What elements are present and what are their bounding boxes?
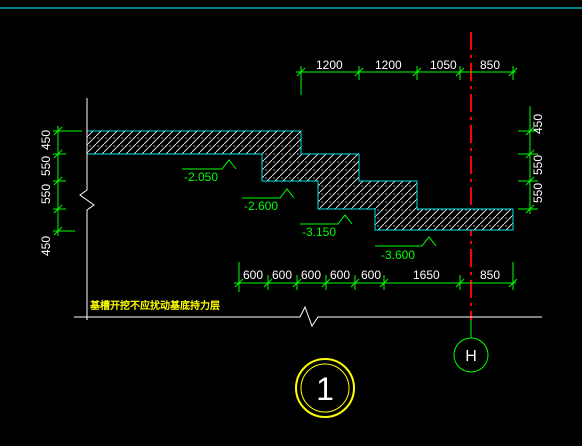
level-text-3: -3.150 (302, 225, 336, 239)
right-dim-3: 550 (531, 183, 545, 203)
stepped-foundation-section[interactable] (86, 130, 514, 231)
level-marker-4 (375, 236, 437, 247)
top-dim-1: 1200 (316, 58, 343, 72)
bottom-dim-7: 850 (480, 268, 500, 282)
cad-drawing-canvas[interactable]: 1200 1200 1050 850 600 600 600 600 600 1… (0, 0, 582, 446)
bottom-dim-5: 600 (361, 268, 381, 282)
top-dim-4: 850 (480, 58, 500, 72)
left-dim-4: 450 (39, 236, 53, 256)
bottom-dim-6: 1650 (413, 268, 440, 282)
left-dim-2: 550 (39, 156, 53, 176)
level-text-1: -2.050 (184, 170, 218, 184)
right-dim-2: 550 (531, 155, 545, 175)
left-dim-1: 450 (39, 130, 53, 150)
detail-number: 1 (316, 371, 334, 407)
left-dimension-chain (53, 126, 82, 236)
bottom-dim-3: 600 (301, 268, 321, 282)
bottom-dim-1: 600 (243, 268, 263, 282)
construction-note: 基槽开挖不应扰动基底持力层 (89, 299, 220, 312)
grid-axis-label: H (465, 348, 477, 365)
left-dim-3: 550 (39, 184, 53, 204)
top-dim-2: 1200 (375, 58, 402, 72)
level-marker-1 (182, 159, 237, 170)
level-marker-3 (300, 214, 353, 225)
bottom-dim-2: 600 (272, 268, 292, 282)
level-text-2: -2.600 (244, 199, 278, 213)
top-dim-3: 1050 (430, 58, 457, 72)
bottom-dim-4: 600 (330, 268, 350, 282)
level-text-4: -3.600 (381, 248, 415, 262)
level-marker-2 (242, 188, 295, 199)
right-dim-1: 450 (531, 114, 545, 134)
